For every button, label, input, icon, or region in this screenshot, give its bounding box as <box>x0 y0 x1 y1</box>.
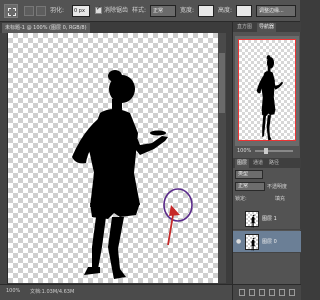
adjustment-icon[interactable] <box>269 289 275 296</box>
fx-icon[interactable] <box>249 289 255 296</box>
zoom-status: 100% <box>6 288 21 294</box>
document-tab[interactable]: 未标题-1 @ 100% (图层 0, RGB/8) <box>2 23 90 33</box>
annotation-marks <box>163 188 193 246</box>
canvas[interactable] <box>8 33 218 283</box>
feather-input[interactable]: 0 px <box>72 5 90 17</box>
zoom-slider-knob[interactable] <box>264 148 268 154</box>
style-select[interactable]: 正常 <box>150 5 176 17</box>
marquee-tool-icon[interactable] <box>4 4 18 18</box>
navigator-view-box[interactable] <box>238 39 296 141</box>
girl-silhouette <box>72 70 168 279</box>
width-input[interactable] <box>198 5 214 17</box>
height-input[interactable] <box>236 5 252 17</box>
lock-label: 锁定: <box>235 196 247 202</box>
navigator-preview[interactable] <box>235 36 299 146</box>
eye-icon[interactable] <box>236 216 242 222</box>
width-label: 宽度: <box>180 7 195 14</box>
refine-edge-button[interactable]: 调整边缘... <box>256 5 296 17</box>
antialias-checkbox[interactable] <box>95 5 102 14</box>
layer-filter-row: 类型 <box>235 170 299 180</box>
tab-histogram[interactable]: 直方图 <box>235 23 254 32</box>
new-selection-icon[interactable] <box>24 6 34 16</box>
navigator-tabs: 直方图 导航器 <box>233 22 301 32</box>
scroll-thumb[interactable] <box>219 53 225 113</box>
layer-thumbnail <box>245 211 259 228</box>
mask-icon[interactable] <box>259 289 265 296</box>
add-selection-icon[interactable] <box>36 6 46 16</box>
document-info: 文档:1.03M/4.63M <box>30 289 75 295</box>
fill-label: 填充 <box>275 196 286 202</box>
new-layer-icon[interactable] <box>279 289 285 296</box>
blend-row: 正常 不透明度 <box>235 182 299 192</box>
layer-kind-select[interactable]: 类型 <box>235 170 263 179</box>
lock-row: 锁定: 填充 <box>235 194 299 204</box>
layer-thumbnail <box>245 234 259 251</box>
style-label: 样式: <box>132 7 147 14</box>
canvas-artwork <box>72 70 193 279</box>
navigator-zoom: 100% <box>237 148 252 154</box>
layer-name: 图层 0 <box>262 239 277 245</box>
blend-mode-select[interactable]: 正常 <box>235 182 265 191</box>
options-bar: 羽化: 0 px 消除锯齿 样式: 正常 宽度: 高度: 调整边缘... <box>0 0 300 22</box>
status-bar: 100% 文档:1.03M/4.63M <box>0 284 232 300</box>
vertical-scrollbar[interactable] <box>218 33 226 283</box>
layer-row[interactable]: 图层 1 <box>233 208 301 230</box>
annotation-arrow-head <box>169 205 180 216</box>
tools-panel <box>0 22 8 284</box>
annotation-circle <box>163 188 193 222</box>
feather-label: 羽化: <box>50 7 65 14</box>
tab-channels[interactable]: 通道 <box>251 159 265 168</box>
trash-icon[interactable] <box>289 289 295 296</box>
layers-tabs: 图层 通道 路径 <box>233 158 301 168</box>
opacity-label: 不透明度 <box>267 184 288 190</box>
antialias-label: 消除锯齿 <box>104 7 129 14</box>
eye-icon[interactable]: ● <box>236 239 242 245</box>
layer-name: 图层 1 <box>262 216 277 222</box>
layers-footer <box>233 284 301 300</box>
tab-layers[interactable]: 图层 <box>235 159 250 168</box>
layer-row-selected[interactable]: ● 图层 0 <box>233 231 301 253</box>
right-panel: 直方图 导航器 100% 图层 通道 路径 类型 正常 不透明度 锁定: 填充 … <box>232 22 301 300</box>
navigator-thumbnail <box>256 55 284 141</box>
navigator-zoom-slider[interactable] <box>255 148 293 154</box>
height-label: 高度: <box>218 7 233 14</box>
document-tabs: 未标题-1 @ 100% (图层 0, RGB/8) <box>0 22 212 33</box>
tab-paths[interactable]: 路径 <box>267 159 281 168</box>
tab-navigator[interactable]: 导航器 <box>257 23 277 32</box>
link-layers-icon[interactable] <box>239 289 245 296</box>
